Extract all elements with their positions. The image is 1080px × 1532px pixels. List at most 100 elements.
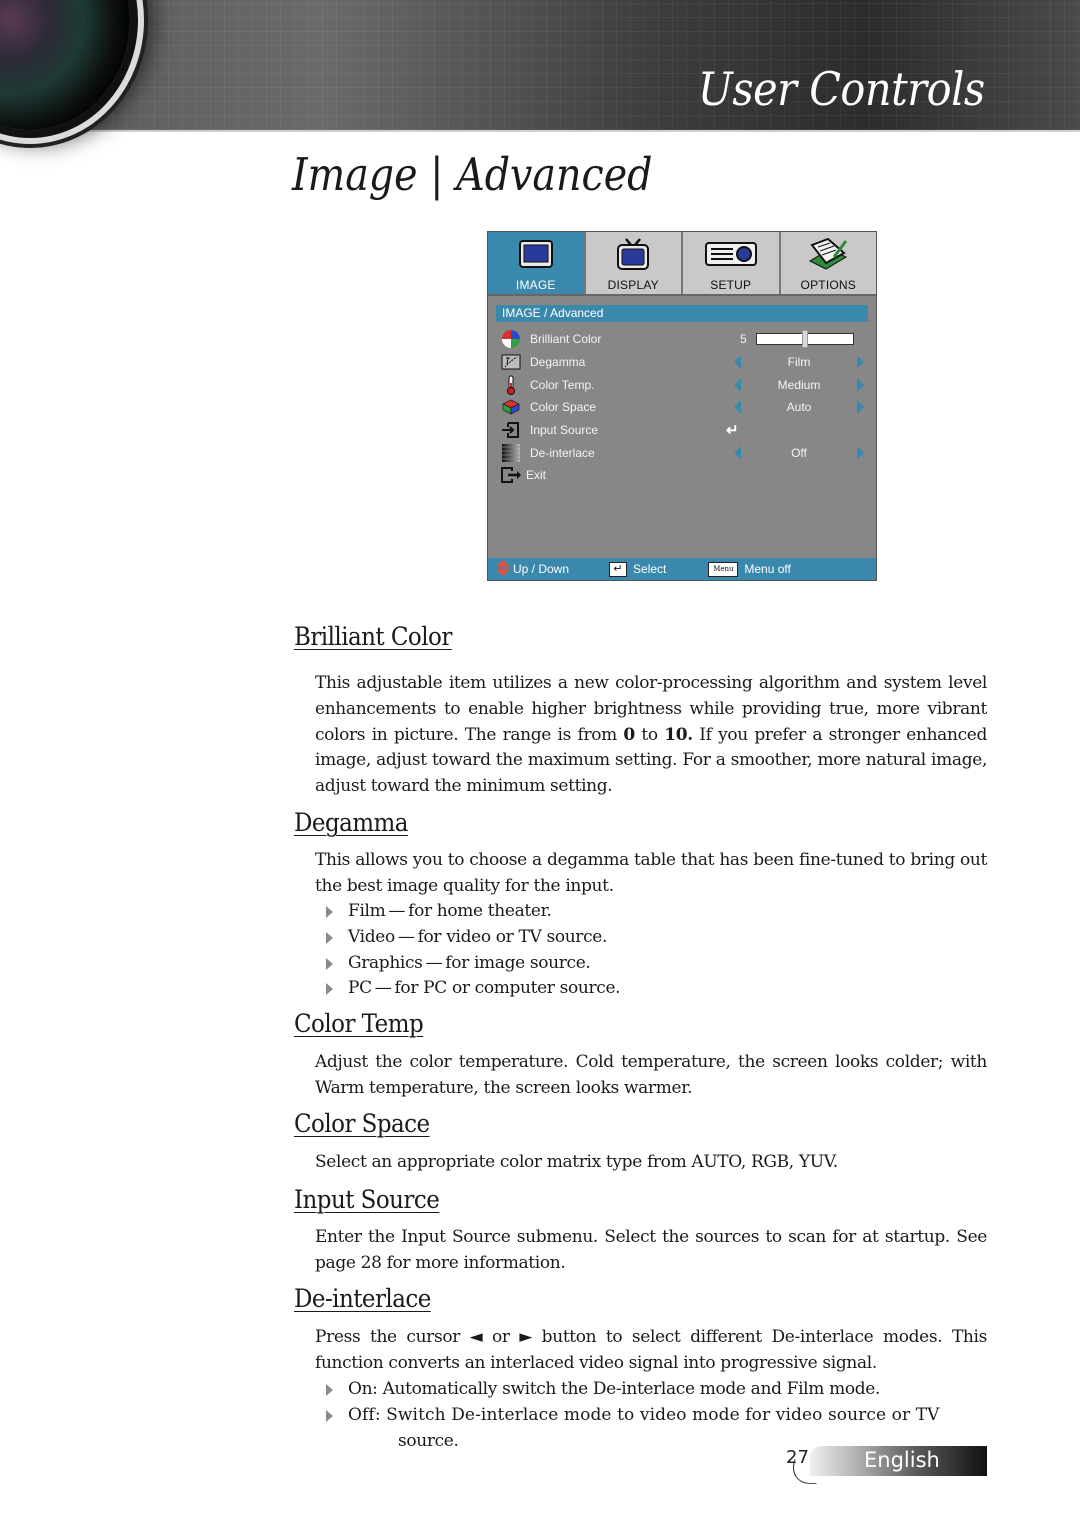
menu-item-label: Degamma	[530, 355, 586, 370]
color-cube-icon	[500, 398, 522, 416]
heading-deinterlace: De-interlace	[294, 1284, 431, 1313]
input-source-enter: ↵	[726, 421, 864, 439]
tab-image[interactable]: IMAGE	[488, 232, 586, 294]
slider-thumb[interactable]	[802, 330, 808, 349]
range-max: 10.	[664, 724, 693, 745]
menu-off-hint: Menu Menu off	[708, 561, 791, 577]
menu-item-label: Color Temp.	[530, 377, 595, 392]
camera-lens-graphic	[0, 0, 130, 130]
brilliant-color-slider-area: 5	[734, 330, 864, 349]
tab-setup[interactable]: SETUP	[683, 232, 781, 294]
banner-title: User Controls	[698, 62, 985, 116]
menu-item-input-source[interactable]: Input Source ↵	[488, 419, 876, 442]
list-item: On: Automatically switch the De-interlac…	[326, 1377, 988, 1403]
menu-item-deinterlace[interactable]: De-interlace Off	[488, 441, 876, 464]
bullet-triangle-icon	[326, 931, 333, 944]
page-number: 27	[786, 1447, 809, 1468]
arrow-right-icon[interactable]	[857, 355, 864, 370]
menu-item-degamma[interactable]: Degamma Film	[488, 351, 876, 374]
heading-input-source: Input Source	[294, 1185, 440, 1214]
menu-key-icon: Menu	[708, 561, 739, 577]
language-label: English	[864, 1448, 940, 1472]
tab-label: SETUP	[710, 278, 752, 292]
tab-label: IMAGE	[515, 278, 556, 292]
menu-item-value: Film	[787, 355, 811, 370]
arrow-right-icon[interactable]	[857, 377, 864, 392]
deinterlace-icon	[500, 443, 522, 462]
menu-item-label: De-interlace	[530, 445, 595, 460]
color-wheel-icon	[500, 330, 522, 349]
arrow-right-icon[interactable]	[857, 445, 864, 460]
tab-display[interactable]: DISPLAY	[585, 232, 683, 294]
menu-item-value: Medium	[777, 377, 821, 392]
input-source-icon	[500, 421, 522, 439]
list-item: Film — for home theater.	[326, 899, 620, 925]
color-space-selector: Auto	[734, 398, 864, 416]
menu-item-brilliant-color[interactable]: Brilliant Color 5	[488, 328, 876, 351]
tab-label: DISPLAY	[607, 278, 659, 292]
color-space-description: Select an appropriate color matrix type …	[315, 1152, 838, 1172]
updown-arrows-icon	[496, 559, 510, 579]
heading-degamma: Degamma	[294, 808, 409, 837]
degamma-selector: Film	[734, 353, 864, 371]
notepad-icon	[808, 236, 848, 272]
bullet-triangle-icon	[326, 1384, 333, 1396]
bullet-triangle-icon	[326, 983, 333, 996]
list-item-text: Video — for video or TV source.	[348, 926, 608, 947]
menu-item-label: Input Source	[530, 423, 599, 438]
arrow-left-icon[interactable]	[734, 400, 741, 415]
list-item: PC — for PC or computer source.	[326, 976, 621, 1002]
list-item-text: Graphics — for image source.	[348, 952, 591, 973]
deinterlace-selector: Off	[734, 444, 864, 462]
tab-options[interactable]: OPTIONS	[780, 232, 876, 294]
deinterlace-description: Press the cursor ◄ or ► button to select…	[315, 1327, 987, 1373]
degamma-options-list: Film — for home theater. Video — for vid…	[326, 899, 621, 1002]
heading-color-temp: Color Temp	[294, 1009, 424, 1038]
tv-icon	[615, 236, 651, 272]
arrow-left-icon[interactable]	[734, 377, 741, 392]
enter-key-icon: ↵	[609, 561, 628, 577]
menu-item-label: Color Space	[530, 400, 597, 415]
bullet-triangle-icon	[326, 957, 333, 970]
list-item-text: Off: Switch De-interlace mode to video m…	[348, 1404, 940, 1425]
page-footer-badge: 27 English	[785, 1445, 987, 1484]
osd-menu: IMAGE DISPLAY SETUP OPTIONS IMAGE / Adva…	[487, 231, 877, 581]
heading-brilliant-color: Brilliant Color	[294, 622, 452, 651]
menu-off-label: Menu off	[744, 562, 791, 576]
menu-item-value: Off	[791, 445, 807, 460]
menu-item-color-temp[interactable]: Color Temp. Medium	[488, 373, 876, 396]
list-item-text: On: Automatically switch the De-interlac…	[348, 1379, 881, 1399]
list-item-text: PC — for PC or computer source.	[348, 978, 621, 999]
range-min: 0	[623, 724, 635, 745]
menu-item-color-space[interactable]: Color Space Auto	[488, 396, 876, 419]
arrow-left-icon[interactable]	[734, 445, 741, 460]
osd-menu-list: Brilliant Color 5 Degamma Film Color Tem…	[488, 328, 876, 487]
menu-item-label: Brilliant Color	[530, 332, 602, 347]
menu-item-label: Exit	[526, 468, 547, 483]
arrow-right-icon[interactable]	[857, 400, 864, 415]
list-item-text: Film — for home theater.	[348, 901, 552, 921]
select-label: Select	[633, 562, 667, 576]
color-temp-description: Adjust the color temperature. Cold tempe…	[315, 1052, 987, 1098]
updown-hint: Up / Down	[496, 559, 570, 579]
enter-icon[interactable]: ↵	[726, 421, 739, 439]
updown-label: Up / Down	[513, 562, 570, 576]
brilliant-color-slider[interactable]	[756, 330, 854, 349]
menu-item-exit[interactable]: Exit	[488, 464, 876, 487]
exit-icon	[500, 466, 522, 484]
bullet-triangle-icon	[326, 1409, 333, 1422]
monitor-icon	[518, 236, 553, 272]
color-temp-selector: Medium	[734, 376, 864, 394]
degamma-description: This allows you to choose a degamma tabl…	[315, 850, 987, 896]
deinterlace-options-list: On: Automatically switch the De-interlac…	[326, 1377, 988, 1454]
menu-item-value: Auto	[786, 400, 812, 415]
gamma-curve-icon	[500, 353, 522, 371]
arrow-left-icon[interactable]	[734, 355, 741, 370]
slider-value: 5	[740, 332, 747, 347]
select-hint: ↵ Select	[609, 561, 667, 577]
list-item: Off: Switch De-interlace mode to video m…	[326, 1403, 988, 1429]
list-item: Graphics — for image source.	[326, 951, 620, 977]
bullet-triangle-icon	[326, 906, 333, 918]
header-banner: User Controls	[0, 0, 1080, 132]
tab-label: OPTIONS	[800, 278, 856, 292]
